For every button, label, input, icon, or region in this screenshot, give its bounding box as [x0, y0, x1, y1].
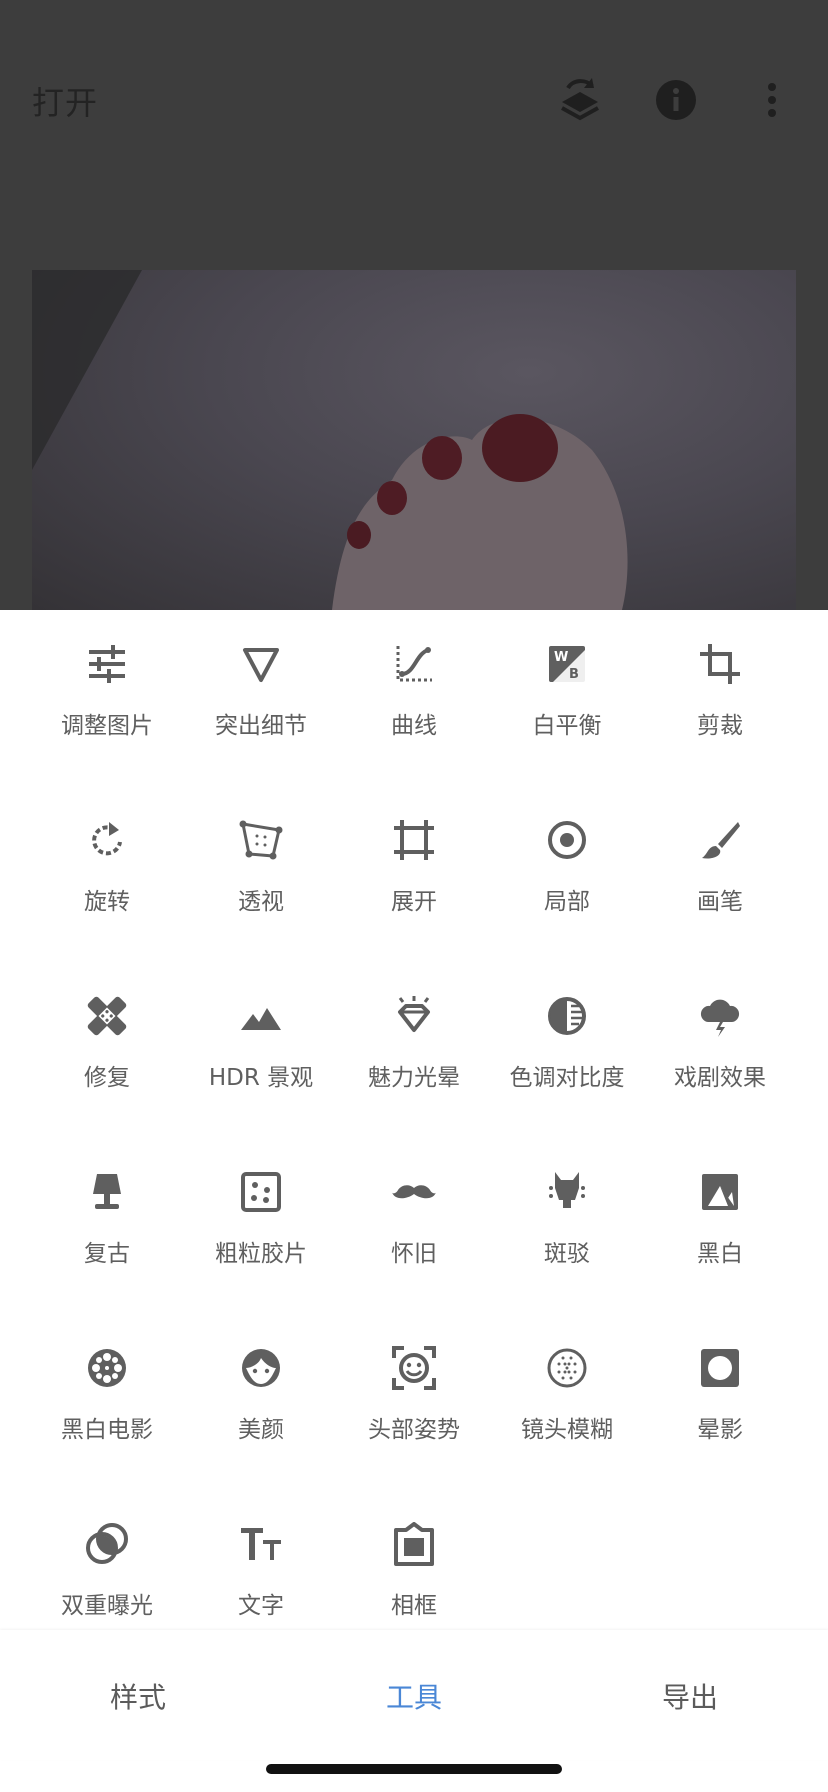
tool-brush[interactable]: 画笔 — [637, 786, 803, 926]
tool-double-exposure[interactable]: 双重曝光 — [24, 1490, 190, 1630]
drama-icon — [700, 999, 740, 1037]
rotate-icon — [92, 822, 122, 856]
face-icon — [242, 1349, 280, 1387]
tool-crop[interactable]: 剪裁 — [637, 610, 803, 750]
expand-icon — [394, 820, 434, 860]
tool-frames[interactable]: 相框 — [331, 1490, 497, 1630]
selective-icon — [548, 821, 586, 859]
brush-icon — [702, 822, 740, 859]
tool-label: 相框 — [391, 1593, 437, 1619]
tab-styles[interactable]: 样式 — [0, 1676, 276, 1716]
tab-tools[interactable]: 工具 — [276, 1676, 552, 1716]
tool-text[interactable]: 文字 — [178, 1490, 344, 1630]
tool-lens-blur[interactable]: 镜头模糊 — [484, 1314, 650, 1454]
tool-label: 晕影 — [697, 1417, 743, 1443]
grainy-film-icon — [241, 1172, 281, 1212]
home-indicator[interactable] — [266, 1764, 562, 1774]
tool-tonal-contrast[interactable]: 色调对比度 — [484, 962, 650, 1102]
lens-blur-icon — [547, 1348, 587, 1388]
tool-details[interactable]: 突出细节 — [178, 610, 344, 750]
tool-healing[interactable]: 修复 — [24, 962, 190, 1102]
tool-vignette[interactable]: 晕影 — [637, 1314, 803, 1454]
tool-white-balance[interactable]: W B 白平衡 — [484, 610, 650, 750]
tool-selective[interactable]: 局部 — [484, 786, 650, 926]
tool-face-enhance[interactable]: 美颜 — [178, 1314, 344, 1454]
tool-label: HDR 景观 — [208, 1065, 314, 1091]
vintage-lamp-icon — [93, 1174, 121, 1209]
perspective-icon — [239, 820, 283, 860]
tool-label: 修复 — [84, 1065, 130, 1091]
tool-glamour-glow[interactable]: 魅力光晕 — [331, 962, 497, 1102]
tool-vintage[interactable]: 复古 — [24, 1138, 190, 1278]
tool-noir[interactable]: 黑白电影 — [24, 1314, 190, 1454]
black-white-icon — [702, 1174, 738, 1210]
layers-rotate-icon[interactable] — [554, 74, 606, 126]
head-pose-icon — [392, 1346, 436, 1390]
app-bar: 打开 — [0, 40, 828, 160]
tool-rotate[interactable]: 旋转 — [24, 786, 190, 926]
curves-icon — [396, 646, 432, 682]
tool-label: 镜头模糊 — [521, 1417, 613, 1443]
tool-perspective[interactable]: 透视 — [178, 786, 344, 926]
tool-label: 调整图片 — [61, 713, 153, 739]
double-exposure-icon — [86, 1523, 128, 1564]
tool-head-pose[interactable]: 头部姿势 — [331, 1314, 497, 1454]
tune-sliders-icon — [89, 645, 125, 683]
info-icon[interactable] — [650, 74, 702, 126]
photo-preview — [32, 270, 796, 610]
bottom-navigation: 样式 工具 导出 — [0, 1630, 828, 1760]
more-vert-icon[interactable] — [746, 74, 798, 126]
tool-label: 黑白电影 — [61, 1417, 153, 1443]
tool-black-white[interactable]: 黑白 — [637, 1138, 803, 1278]
svg-text:W: W — [554, 650, 568, 665]
tool-label: 粗粒胶片 — [215, 1241, 307, 1267]
text-icon — [241, 1528, 281, 1560]
noir-film-reel-icon — [88, 1349, 126, 1387]
svg-text:B: B — [569, 667, 579, 682]
tool-label: 白平衡 — [532, 713, 602, 739]
editor-background: 打开 — [0, 0, 828, 610]
tool-curves[interactable]: 曲线 — [331, 610, 497, 750]
tool-label: 双重曝光 — [61, 1593, 153, 1619]
tool-grainy-film[interactable]: 粗粒胶片 — [178, 1138, 344, 1278]
tool-label: 画笔 — [697, 889, 743, 915]
tool-label: 头部姿势 — [368, 1417, 460, 1443]
tool-expand[interactable]: 展开 — [331, 786, 497, 926]
tool-label: 旋转 — [84, 889, 130, 915]
hdr-landscape-icon — [241, 1008, 281, 1030]
tool-label: 黑白 — [697, 1241, 743, 1267]
tools-panel: 调整图片 突出细节 曲线 W B 白平衡 剪裁 旋转 透视 展开 局部 画笔 修… — [0, 610, 828, 1630]
tool-label: 曲线 — [391, 713, 437, 739]
tool-label: 文字 — [238, 1593, 284, 1619]
tool-label: 剪裁 — [697, 713, 743, 739]
tool-label: 美颜 — [238, 1417, 284, 1443]
tool-label: 展开 — [391, 889, 437, 915]
tool-label: 复古 — [84, 1241, 130, 1267]
healing-icon — [87, 996, 127, 1036]
tool-label: 戏剧效果 — [674, 1065, 766, 1091]
tool-label: 透视 — [238, 889, 284, 915]
open-button[interactable]: 打开 — [32, 78, 98, 124]
vignette-icon — [701, 1349, 739, 1387]
tool-label: 突出细节 — [215, 713, 307, 739]
tool-label: 局部 — [544, 889, 590, 915]
tool-label: 怀旧 — [391, 1241, 437, 1267]
tool-retrolux[interactable]: 怀旧 — [331, 1138, 497, 1278]
tab-export[interactable]: 导出 — [552, 1676, 828, 1716]
tool-label: 魅力光晕 — [368, 1065, 460, 1091]
details-triangle-icon — [243, 648, 279, 682]
retrolux-mustache-icon — [392, 1185, 436, 1199]
grunge-icon — [549, 1172, 585, 1208]
crop-icon — [700, 644, 740, 684]
tool-label: 色调对比度 — [509, 1065, 625, 1091]
tool-grunge[interactable]: 斑驳 — [484, 1138, 650, 1278]
frames-icon — [394, 1522, 434, 1566]
tool-label: 斑驳 — [544, 1241, 590, 1267]
tool-hdr[interactable]: HDR 景观 — [178, 962, 344, 1102]
tool-drama[interactable]: 戏剧效果 — [637, 962, 803, 1102]
glamour-glow-icon — [398, 996, 430, 1032]
tool-tune-image[interactable]: 调整图片 — [24, 610, 190, 750]
white-balance-icon: W B — [549, 646, 585, 682]
tonal-contrast-icon — [548, 997, 586, 1035]
